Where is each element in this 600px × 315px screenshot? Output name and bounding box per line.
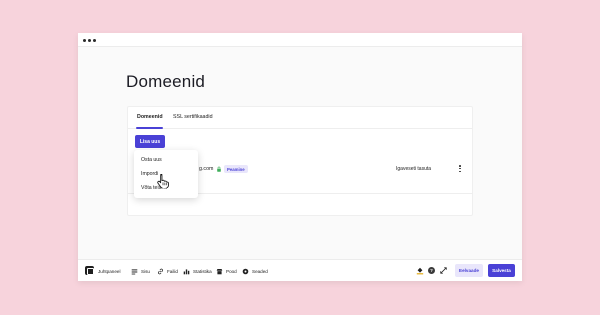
browser-window: Domeenid Domeenid SSL sertifikaadid Lisa… (78, 33, 522, 281)
nav-item-label: Pood (226, 268, 237, 274)
preview-button[interactable]: Eelvaade (455, 264, 483, 277)
content-icon (131, 268, 138, 274)
add-new-button[interactable]: Lisa uus (135, 135, 165, 148)
nav-item-label: Statistika (193, 268, 212, 274)
gear-icon (242, 268, 249, 274)
nav-item-content[interactable]: Sisu (131, 265, 150, 277)
nav-item-settings[interactable]: Seaded (242, 265, 268, 277)
nav-item-label: Failid (167, 268, 178, 274)
save-button[interactable]: Salvesta (488, 264, 515, 277)
lock-icon (217, 166, 221, 172)
renewal-status: Igaveseti tasuta (396, 166, 432, 172)
tab-bar: Domeenid SSL sertifikaadid (128, 107, 472, 129)
window-titlebar (78, 33, 522, 47)
statistics-icon (183, 268, 190, 274)
nav-item-files[interactable]: Failid (157, 265, 178, 277)
paint-bucket-icon[interactable] (415, 266, 424, 275)
hand-cursor-icon (157, 173, 169, 188)
tab-domeenid[interactable]: Domeenid (137, 114, 163, 120)
store-icon (216, 268, 223, 274)
dashboard-logo-icon[interactable] (85, 266, 94, 275)
tab-ssl-certificates[interactable]: SSL sertifikaadid (173, 114, 213, 120)
domain-name[interactable]: g.com (199, 166, 213, 172)
nav-item-statistics[interactable]: Statistika (183, 265, 212, 277)
dashboard-label[interactable]: Juhtpaneel (98, 269, 120, 274)
nav-item-label: Seaded (252, 268, 268, 274)
expand-icon[interactable] (439, 266, 448, 275)
nav-item-label: Sisu (141, 268, 150, 274)
link-icon (158, 268, 163, 274)
page-title: Domeenid (126, 72, 206, 91)
window-dots-icon (83, 39, 96, 42)
kebab-menu-icon[interactable] (458, 164, 462, 173)
status-badge: Peamine (224, 165, 248, 173)
help-label: ? (428, 267, 435, 274)
menu-item-buy-new[interactable]: Osta uus (141, 157, 162, 163)
active-tab-indicator (136, 127, 163, 129)
bottom-toolbar: Juhtpaneel Sisu Failid Statistika Pood S… (78, 259, 522, 281)
nav-item-store[interactable]: Pood (216, 265, 237, 277)
help-icon[interactable]: ? (427, 266, 436, 275)
